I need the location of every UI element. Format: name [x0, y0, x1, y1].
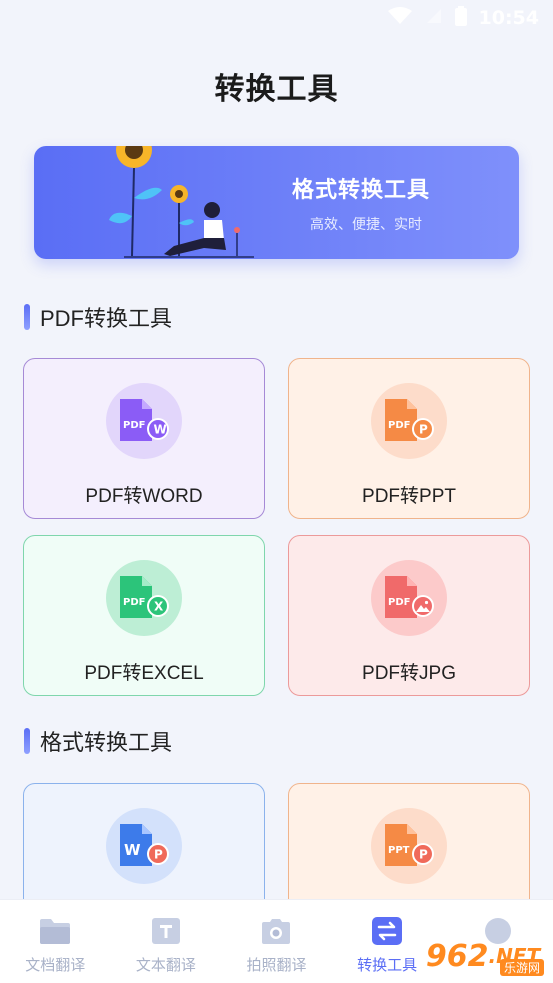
section-heading-format: 格式转换工具: [24, 725, 172, 757]
svg-text:PDF: PDF: [123, 597, 145, 608]
battery-icon: [454, 5, 467, 31]
camera-icon: [262, 919, 291, 944]
ppt-to-pdf-icon: PPT P: [371, 808, 447, 884]
watermark-sub: 乐游网: [499, 959, 544, 976]
nav-label: 转换工具: [357, 957, 418, 974]
pdf-to-word-card[interactable]: PDF W PDF转WORD: [23, 358, 265, 519]
convert-icon: [372, 917, 403, 945]
svg-text:PPT: PPT: [388, 845, 410, 856]
pdf-to-jpg-icon: PDF: [371, 560, 447, 636]
text-icon: [151, 918, 180, 944]
banner-subtitle: 高效、便捷、实时: [310, 216, 422, 232]
card-label: PDF转JPG: [362, 663, 456, 684]
banner[interactable]: 格式转换工具 高效、便捷、实时: [34, 146, 519, 259]
status-bar: 10:54: [0, 0, 553, 36]
pdf-to-ppt-icon: PDF P: [371, 383, 447, 459]
sunflower-illustration: [109, 146, 254, 258]
card-label: PDF转EXCEL: [84, 663, 204, 684]
nav-label: 文本翻译: [135, 957, 196, 974]
section-title: 格式转换工具: [40, 730, 173, 755]
section-accent-bar: [24, 728, 30, 754]
svg-text:W: W: [124, 841, 141, 859]
section-title: PDF转换工具: [40, 306, 173, 331]
pdf-to-excel-card[interactable]: PDF X PDF转EXCEL: [23, 535, 265, 696]
svg-text:PDF: PDF: [388, 420, 410, 431]
svg-text:P: P: [419, 848, 428, 862]
page-title: 转换工具: [214, 73, 339, 106]
status-time: 10:54: [478, 7, 539, 29]
wifi-icon: [387, 6, 413, 30]
nav-label: 拍照翻译: [246, 957, 307, 974]
nav-item-text-translate[interactable]: 文本翻译: [111, 900, 222, 983]
pdf-to-word-icon: PDF W: [106, 383, 182, 459]
card-label: PDF转PPT: [362, 486, 456, 507]
svg-text:P: P: [154, 848, 163, 862]
pdf-to-excel-icon: PDF X: [106, 560, 182, 636]
svg-text:P: P: [419, 423, 428, 437]
section-accent-bar: [24, 304, 30, 330]
section-heading-pdf: PDF转换工具: [24, 301, 172, 333]
watermark-text: 962: [425, 938, 489, 974]
banner-title: 格式转换工具: [292, 177, 431, 202]
pdf-to-jpg-card[interactable]: PDF PDF转JPG: [288, 535, 530, 696]
nav-item-photo-translate[interactable]: 拍照翻译: [221, 900, 332, 983]
svg-text:X: X: [154, 600, 164, 614]
folder-icon: [40, 919, 71, 944]
watermark-logo: 962 .NET 乐游网: [418, 934, 548, 978]
word-to-ppt-icon: W P: [106, 808, 182, 884]
nav-label: 文档翻译: [25, 957, 86, 974]
card-label: PDF转WORD: [85, 486, 203, 507]
pdf-to-ppt-card[interactable]: PDF P PDF转PPT: [288, 358, 530, 519]
signal-icon: [425, 7, 443, 30]
nav-item-document-translate[interactable]: 文档翻译: [0, 900, 111, 983]
svg-text:PDF: PDF: [123, 420, 145, 431]
svg-text:PDF: PDF: [388, 597, 410, 608]
svg-text:W: W: [154, 423, 167, 437]
